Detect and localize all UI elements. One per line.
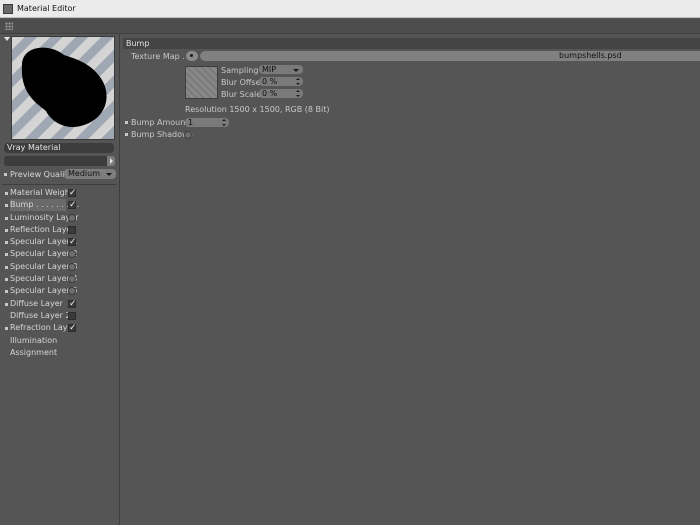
channel-specular-layer-1[interactable]: Specular Layer 1	[0, 236, 120, 248]
channel-label: Refraction Layer	[10, 323, 76, 333]
channel-label: Reflection Layer	[10, 224, 75, 234]
texture-menu-button[interactable]	[186, 51, 198, 61]
channel-label: Illumination	[10, 335, 58, 345]
preview-quality-value: Medium	[68, 169, 100, 178]
texture-filename: bumpshells.psd	[559, 51, 622, 60]
channel-diffuse-layer-2[interactable]: Diffuse Layer 2	[0, 310, 120, 322]
bullet-icon	[125, 121, 128, 124]
channel-radio[interactable]	[68, 213, 76, 222]
channel-label: Diffuse Layer 2	[10, 310, 71, 320]
channel-radio[interactable]	[68, 262, 76, 271]
channel-specular-layer-3[interactable]: Specular Layer 3	[0, 261, 120, 273]
channel-illumination[interactable]: Illumination	[0, 335, 120, 347]
bump-amount-label: Bump Amount	[131, 118, 189, 127]
divider	[2, 184, 116, 185]
texture-path-field[interactable]: bumpshells.psd	[200, 51, 700, 61]
expand-play-button[interactable]	[107, 156, 115, 166]
preview-blob-shape	[21, 47, 107, 128]
bump-amount-value: 1	[188, 118, 194, 127]
bump-shadows-toggle[interactable]	[184, 131, 192, 139]
channel-label: Diffuse Layer	[10, 298, 63, 308]
bullet-icon	[5, 265, 8, 269]
bullet-icon	[5, 302, 8, 306]
channel-checkbox[interactable]	[68, 236, 77, 248]
menu-strip	[0, 19, 700, 34]
bullet-icon	[5, 216, 8, 220]
preview-quality-label: Preview Quality	[10, 170, 73, 179]
blur-offset-field[interactable]: 0 %	[259, 77, 303, 86]
channel-checkbox[interactable]	[68, 298, 77, 310]
bullet-icon	[5, 253, 8, 257]
blur-offset-value: 0 %	[262, 77, 278, 86]
channel-checkbox[interactable]	[68, 225, 76, 234]
channel-refraction-layer[interactable]: Refraction Layer	[0, 322, 120, 334]
resolution-info: Resolution 1500 x 1500, RGB (8 Bit)	[185, 105, 330, 114]
spinner-arrows-icon[interactable]	[296, 78, 300, 85]
bullet-icon	[5, 241, 8, 245]
chevron-down-icon	[293, 69, 299, 72]
channel-specular-layer-2[interactable]: Specular Layer 2	[0, 248, 120, 260]
preview-quality-row: Preview Quality Medium	[4, 169, 116, 180]
bullet-icon	[4, 173, 7, 176]
channel-list: Material Weight Bump . . . . . . . . . L…	[0, 187, 120, 359]
grip-handle-icon[interactable]	[5, 22, 13, 30]
window-title: Material Editor	[17, 4, 76, 13]
spinner-arrows-icon[interactable]	[296, 90, 300, 97]
section-header: Bump	[123, 38, 700, 49]
channel-checkbox[interactable]	[68, 187, 77, 199]
bullet-icon	[5, 204, 8, 208]
bullet-icon	[5, 290, 8, 294]
window-titlebar: Material Editor	[0, 0, 700, 18]
sampling-value: MIP	[262, 65, 277, 74]
bullet-icon	[125, 133, 128, 136]
app-icon	[3, 4, 13, 14]
channel-checkbox[interactable]	[68, 199, 77, 211]
channel-specular-layer-5[interactable]: Specular Layer 5	[0, 285, 120, 297]
bullet-icon	[5, 192, 8, 195]
left-panel: Vray Material Preview Quality Medium Mat…	[0, 34, 120, 525]
channel-luminosity-layer[interactable]: Luminosity Layer	[0, 212, 120, 224]
material-preview[interactable]	[11, 36, 115, 140]
sampling-dropdown[interactable]: MIP	[259, 65, 303, 74]
material-name-field[interactable]: Vray Material	[4, 143, 114, 153]
channel-bump[interactable]: Bump . . . . . . . . .	[0, 199, 120, 212]
blur-scale-label: Blur Scale	[221, 90, 262, 99]
blur-scale-field[interactable]: 0 %	[259, 89, 303, 98]
channel-checkbox[interactable]	[68, 311, 76, 320]
channel-label: Material Weight	[10, 188, 73, 197]
channel-material-weight[interactable]: Material Weight	[0, 187, 120, 199]
texture-thumbnail[interactable]	[185, 66, 218, 99]
channel-diffuse-layer[interactable]: Diffuse Layer	[0, 298, 120, 310]
bullet-icon	[5, 278, 8, 282]
chevron-down-icon	[106, 173, 112, 176]
channel-label: Assignment	[10, 347, 58, 357]
preview-quality-dropdown[interactable]: Medium	[64, 169, 116, 179]
bullet-icon	[5, 327, 8, 331]
channel-assignment[interactable]: Assignment	[0, 347, 120, 359]
properties-panel: Bump Texture Map . . . bumpshells.psd Sa…	[121, 34, 700, 525]
blur-scale-value: 0 %	[262, 89, 278, 98]
blur-offset-label: Blur Offset	[221, 78, 264, 87]
channel-label: Bump . . . . . . . . .	[10, 199, 80, 212]
channel-checkbox[interactable]	[68, 322, 77, 334]
panel-menu-arrow-icon[interactable]	[4, 37, 10, 41]
spinner-arrows-icon[interactable]	[222, 119, 226, 126]
sampling-label: Sampling	[221, 66, 259, 75]
channel-reflection-layer[interactable]: Reflection Layer	[0, 224, 120, 236]
material-search-field[interactable]	[4, 156, 107, 166]
channel-specular-layer-4[interactable]: Specular Layer 4	[0, 273, 120, 285]
bullet-icon	[5, 228, 8, 232]
bump-amount-field[interactable]: 1	[185, 118, 229, 127]
